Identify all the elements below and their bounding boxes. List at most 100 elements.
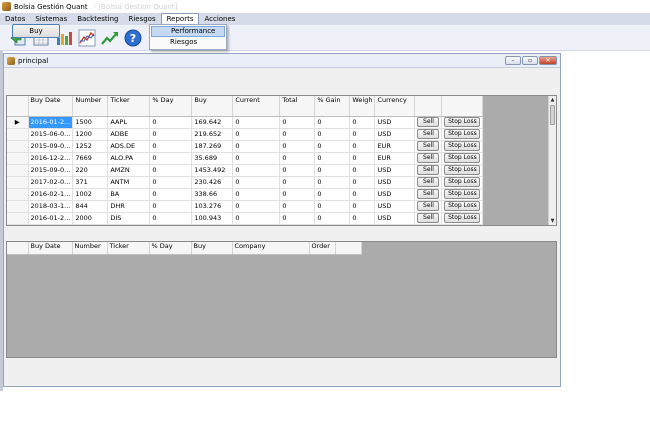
col-number[interactable]: Number bbox=[72, 96, 109, 117]
table-row[interactable]: 2016-02-1... 1002 BA 0 338.66 0 0 0 0 USD Sell Stop… bbox=[7, 188, 484, 201]
cell-currency[interactable]: USD bbox=[374, 164, 416, 177]
cell-buy-date[interactable]: 2016-12-2... bbox=[28, 152, 74, 165]
col-sell[interactable] bbox=[414, 96, 443, 117]
col-total[interactable]: Total bbox=[279, 96, 316, 117]
help-icon[interactable]: ? bbox=[123, 28, 143, 48]
cell-pct-gain[interactable]: 0 bbox=[314, 212, 351, 225]
cell-total[interactable]: 0 bbox=[279, 176, 316, 189]
cell-buy-date[interactable]: 2016-02-1... bbox=[28, 188, 74, 201]
child-title-bar[interactable]: principal – ▫ ✕ bbox=[4, 54, 560, 68]
table-row[interactable]: 2018-03-1... 844 DHR 0 103.276 0 0 0 0 USD Sell Sto… bbox=[7, 200, 484, 213]
cell-buy-date[interactable]: 2015-09-0... bbox=[28, 140, 74, 153]
row-header[interactable] bbox=[7, 128, 29, 141]
cell-weigh[interactable]: 0 bbox=[349, 128, 376, 141]
col-currency[interactable]: Currency bbox=[374, 96, 416, 117]
cell-ticker[interactable]: ANTM bbox=[107, 176, 151, 189]
cell-buy[interactable]: 187.269 bbox=[191, 140, 234, 153]
row-header[interactable] bbox=[7, 152, 29, 165]
cell-currency[interactable]: USD bbox=[374, 116, 416, 129]
stop-loss-button[interactable]: Stop Loss bbox=[444, 213, 481, 223]
cell-pct-day[interactable]: 0 bbox=[149, 116, 193, 129]
cell-buy-date[interactable]: 2015-06-0... bbox=[28, 128, 74, 141]
cell-current[interactable]: 0 bbox=[232, 140, 281, 153]
cell-number[interactable]: 220 bbox=[72, 164, 109, 177]
cell-number[interactable]: 844 bbox=[72, 200, 109, 213]
cell-buy-date[interactable]: 2015-09-0... bbox=[28, 164, 74, 177]
row-header[interactable] bbox=[7, 212, 29, 225]
cell-total[interactable]: 0 bbox=[279, 152, 316, 165]
col-ticker[interactable]: Ticker bbox=[107, 242, 150, 255]
stop-loss-button[interactable]: Stop Loss bbox=[444, 177, 481, 187]
cell-buy[interactable]: 219.652 bbox=[191, 128, 234, 141]
cell-currency[interactable]: EUR bbox=[374, 140, 416, 153]
table-row[interactable]: 2015-09-0... 220 AMZN 0 1453.492 0 0 0 0 USD Sell S… bbox=[7, 164, 484, 177]
row-header[interactable] bbox=[7, 200, 29, 213]
cell-pct-gain[interactable]: 0 bbox=[314, 200, 351, 213]
maximize-button[interactable]: ▫ bbox=[522, 56, 538, 65]
sell-button[interactable]: Sell bbox=[417, 153, 440, 163]
cell-ticker[interactable]: AAPL bbox=[107, 116, 151, 129]
menu-item-riesgos[interactable]: Riesgos bbox=[151, 37, 225, 48]
col-buy[interactable]: Buy bbox=[191, 96, 234, 117]
col-buy[interactable]: Buy bbox=[191, 242, 233, 255]
line-chart-icon[interactable] bbox=[77, 28, 97, 48]
cell-ticker[interactable]: DIS bbox=[107, 212, 151, 225]
cell-number[interactable]: 1252 bbox=[72, 140, 109, 153]
cell-current[interactable]: 0 bbox=[232, 164, 281, 177]
cell-pct-gain[interactable]: 0 bbox=[314, 128, 351, 141]
cell-currency[interactable]: USD bbox=[374, 212, 416, 225]
cell-currency[interactable]: EUR bbox=[374, 152, 416, 165]
stop-loss-button[interactable]: Stop Loss bbox=[444, 153, 481, 163]
col-extra[interactable] bbox=[335, 242, 362, 255]
cell-weigh[interactable]: 0 bbox=[349, 152, 376, 165]
cell-pct-day[interactable]: 0 bbox=[149, 128, 193, 141]
cell-pct-gain[interactable]: 0 bbox=[314, 116, 351, 129]
cell-buy[interactable]: 100.943 bbox=[191, 212, 234, 225]
cell-ticker[interactable]: ALO.PA bbox=[107, 152, 151, 165]
cell-current[interactable]: 0 bbox=[232, 116, 281, 129]
cell-total[interactable]: 0 bbox=[279, 200, 316, 213]
cell-ticker[interactable]: AMZN bbox=[107, 164, 151, 177]
col-ticker[interactable]: Ticker bbox=[107, 96, 151, 117]
cell-buy[interactable]: 35.689 bbox=[191, 152, 234, 165]
cell-number[interactable]: 1002 bbox=[72, 188, 109, 201]
cell-total[interactable]: 0 bbox=[279, 128, 316, 141]
cell-current[interactable]: 0 bbox=[232, 188, 281, 201]
cell-total[interactable]: 0 bbox=[279, 212, 316, 225]
menu-item-performance[interactable]: Performance bbox=[151, 26, 225, 37]
cell-number[interactable]: 7669 bbox=[72, 152, 109, 165]
cell-weigh[interactable]: 0 bbox=[349, 212, 376, 225]
col-current[interactable]: Current bbox=[232, 96, 281, 117]
cell-pct-day[interactable]: 0 bbox=[149, 212, 193, 225]
cell-weigh[interactable]: 0 bbox=[349, 200, 376, 213]
stop-loss-button[interactable]: Stop Loss bbox=[444, 165, 481, 175]
sell-button[interactable]: Sell bbox=[417, 141, 440, 151]
table-row[interactable]: ▶ 2016-01-2... 1500 AAPL 0 169.642 0 0 0 0 USD Sell… bbox=[7, 116, 484, 129]
cell-weigh[interactable]: 0 bbox=[349, 188, 376, 201]
cell-ticker[interactable]: BA bbox=[107, 188, 151, 201]
cell-currency[interactable]: USD bbox=[374, 188, 416, 201]
col-weigh[interactable]: Weigh bbox=[349, 96, 376, 117]
row-header[interactable] bbox=[7, 188, 29, 201]
col-buy-date[interactable]: Buy Date bbox=[28, 242, 73, 255]
cell-weigh[interactable]: 0 bbox=[349, 116, 376, 129]
cell-total[interactable]: 0 bbox=[279, 188, 316, 201]
cell-weigh[interactable]: 0 bbox=[349, 176, 376, 189]
cell-number[interactable]: 1500 bbox=[72, 116, 109, 129]
cell-total[interactable]: 0 bbox=[279, 116, 316, 129]
row-header[interactable]: ▶ bbox=[7, 116, 29, 129]
cell-buy[interactable]: 1453.492 bbox=[191, 164, 234, 177]
col-order[interactable]: Order bbox=[309, 242, 336, 255]
cell-weigh[interactable]: 0 bbox=[349, 164, 376, 177]
cell-ticker[interactable]: ADBE bbox=[107, 128, 151, 141]
col-pct-day[interactable]: % Day bbox=[149, 96, 193, 117]
sell-button[interactable]: Sell bbox=[417, 177, 440, 187]
cell-pct-gain[interactable]: 0 bbox=[314, 176, 351, 189]
cell-buy[interactable]: 169.642 bbox=[191, 116, 234, 129]
cell-pct-gain[interactable]: 0 bbox=[314, 164, 351, 177]
table-row[interactable]: 2017-02-0... 371 ANTM 0 230.426 0 0 0 0 USD Sell St… bbox=[7, 176, 484, 189]
sell-button[interactable]: Sell bbox=[417, 117, 440, 127]
close-button[interactable]: ✕ bbox=[539, 56, 557, 65]
cell-buy-date[interactable]: 2016-01-2... bbox=[28, 116, 74, 129]
sell-button[interactable]: Sell bbox=[417, 165, 440, 175]
